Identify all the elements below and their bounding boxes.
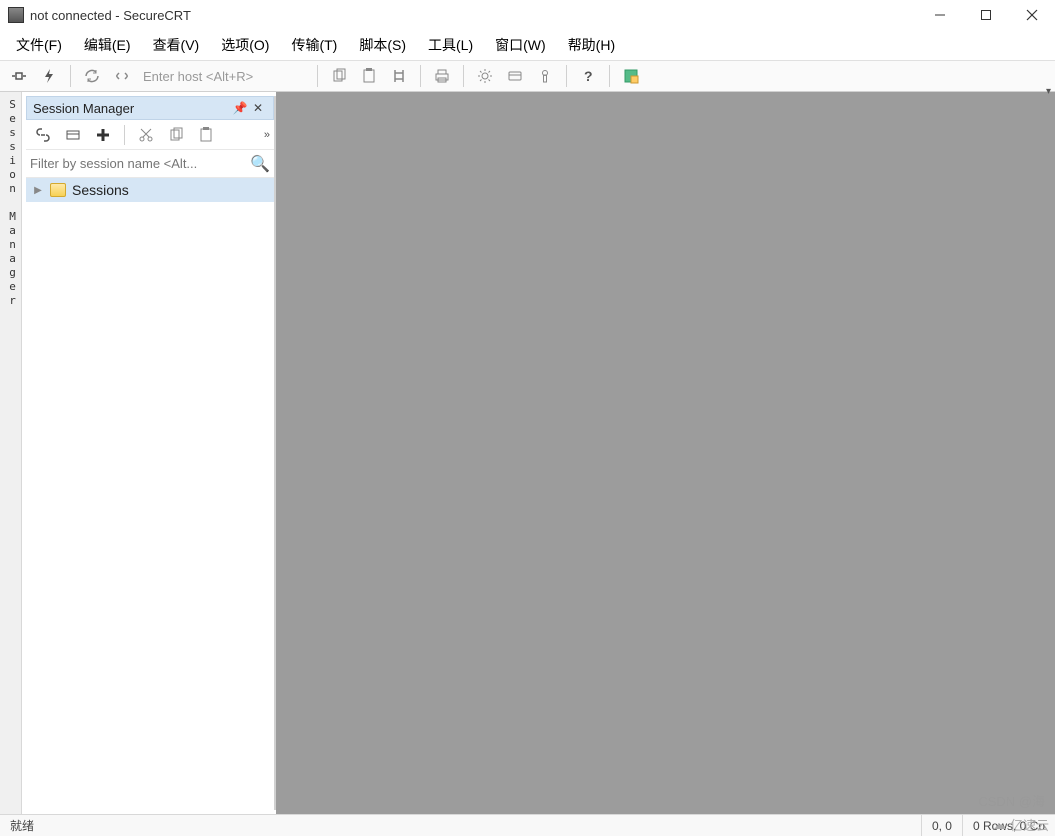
chevron-right-icon[interactable]: ▶ bbox=[32, 185, 44, 196]
toolbar-overflow-icon[interactable]: ▾ bbox=[1042, 84, 1055, 99]
main-toolbar: Enter host <Alt+R> ? bbox=[0, 60, 1055, 92]
panel-title: Session Manager bbox=[33, 101, 231, 116]
pin-icon[interactable]: 📌 bbox=[231, 99, 249, 117]
reconnect-icon[interactable] bbox=[79, 63, 105, 89]
link-icon[interactable] bbox=[30, 122, 56, 148]
close-icon[interactable]: ✕ bbox=[249, 99, 267, 117]
vertical-tab-session-manager[interactable]: Session Manager bbox=[0, 92, 22, 814]
watermark: CSDN @海 bbox=[978, 791, 1045, 810]
titlebar: not connected - SecureCRT bbox=[0, 0, 1055, 30]
separator bbox=[420, 65, 421, 87]
menu-transfer[interactable]: 传输(T) bbox=[283, 31, 345, 59]
minimize-button[interactable] bbox=[917, 0, 963, 30]
cloud-icon: ☁ bbox=[993, 817, 1006, 833]
menu-edit[interactable]: 编辑(E) bbox=[76, 31, 139, 59]
session-tree[interactable]: ▶ Sessions bbox=[26, 178, 274, 810]
menu-window[interactable]: 窗口(W) bbox=[487, 31, 554, 59]
settings-icon[interactable] bbox=[472, 63, 498, 89]
app-icon bbox=[8, 7, 24, 23]
menu-view[interactable]: 查看(V) bbox=[145, 31, 208, 59]
paste-icon[interactable] bbox=[356, 63, 382, 89]
menubar: 文件(F) 编辑(E) 查看(V) 选项(O) 传输(T) 脚本(S) 工具(L… bbox=[0, 30, 1055, 60]
menu-help[interactable]: 帮助(H) bbox=[560, 31, 623, 59]
statusbar: 就绪 0, 0 0 Rows, 0 Co bbox=[0, 814, 1055, 836]
session-options-icon[interactable] bbox=[502, 63, 528, 89]
find-icon[interactable] bbox=[386, 63, 412, 89]
separator bbox=[124, 125, 125, 145]
print-icon[interactable] bbox=[429, 63, 455, 89]
close-button[interactable] bbox=[1009, 0, 1055, 30]
main-area: Session Manager Session Manager 📌 ✕ » 🔍 … bbox=[0, 92, 1055, 814]
status-position: 0, 0 bbox=[921, 815, 962, 836]
filter-input[interactable] bbox=[30, 156, 250, 171]
host-input[interactable]: Enter host <Alt+R> bbox=[139, 67, 309, 86]
separator bbox=[566, 65, 567, 87]
activator-icon[interactable] bbox=[618, 63, 644, 89]
cut-icon[interactable] bbox=[133, 122, 159, 148]
copy-icon[interactable] bbox=[326, 63, 352, 89]
panel-header: Session Manager 📌 ✕ bbox=[26, 96, 274, 120]
panel-toolbar: » bbox=[26, 120, 274, 150]
maximize-button[interactable] bbox=[963, 0, 1009, 30]
menu-file[interactable]: 文件(F) bbox=[8, 31, 70, 59]
tree-root-sessions[interactable]: ▶ Sessions bbox=[26, 178, 274, 202]
new-folder-icon[interactable] bbox=[90, 122, 116, 148]
copy-session-icon[interactable] bbox=[163, 122, 189, 148]
menu-options[interactable]: 选项(O) bbox=[213, 31, 277, 59]
folder-icon bbox=[50, 183, 66, 197]
quick-connect-icon[interactable] bbox=[36, 63, 62, 89]
terminal-area[interactable] bbox=[276, 92, 1055, 814]
keymap-icon[interactable] bbox=[532, 63, 558, 89]
disconnect-icon[interactable] bbox=[109, 63, 135, 89]
cloud-watermark: ☁ 亿速云 bbox=[993, 815, 1049, 834]
connect-icon[interactable] bbox=[6, 63, 32, 89]
separator bbox=[317, 65, 318, 87]
window-title: not connected - SecureCRT bbox=[30, 8, 917, 23]
status-ready: 就绪 bbox=[0, 817, 921, 834]
separator bbox=[463, 65, 464, 87]
menu-script[interactable]: 脚本(S) bbox=[351, 31, 414, 59]
svg-text:?: ? bbox=[584, 68, 593, 84]
panel-overflow-icon[interactable]: » bbox=[264, 129, 270, 141]
separator bbox=[609, 65, 610, 87]
filter-row: 🔍 bbox=[26, 150, 274, 178]
menu-tools[interactable]: 工具(L) bbox=[420, 31, 481, 59]
help-icon[interactable]: ? bbox=[575, 63, 601, 89]
paste-session-icon[interactable] bbox=[193, 122, 219, 148]
window-buttons bbox=[917, 0, 1055, 30]
search-icon[interactable]: 🔍 bbox=[250, 154, 270, 174]
tree-item-label: Sessions bbox=[72, 182, 129, 198]
session-manager-panel: Session Manager 📌 ✕ » 🔍 ▶ Sessions bbox=[26, 96, 276, 810]
separator bbox=[70, 65, 71, 87]
new-session-icon[interactable] bbox=[60, 122, 86, 148]
